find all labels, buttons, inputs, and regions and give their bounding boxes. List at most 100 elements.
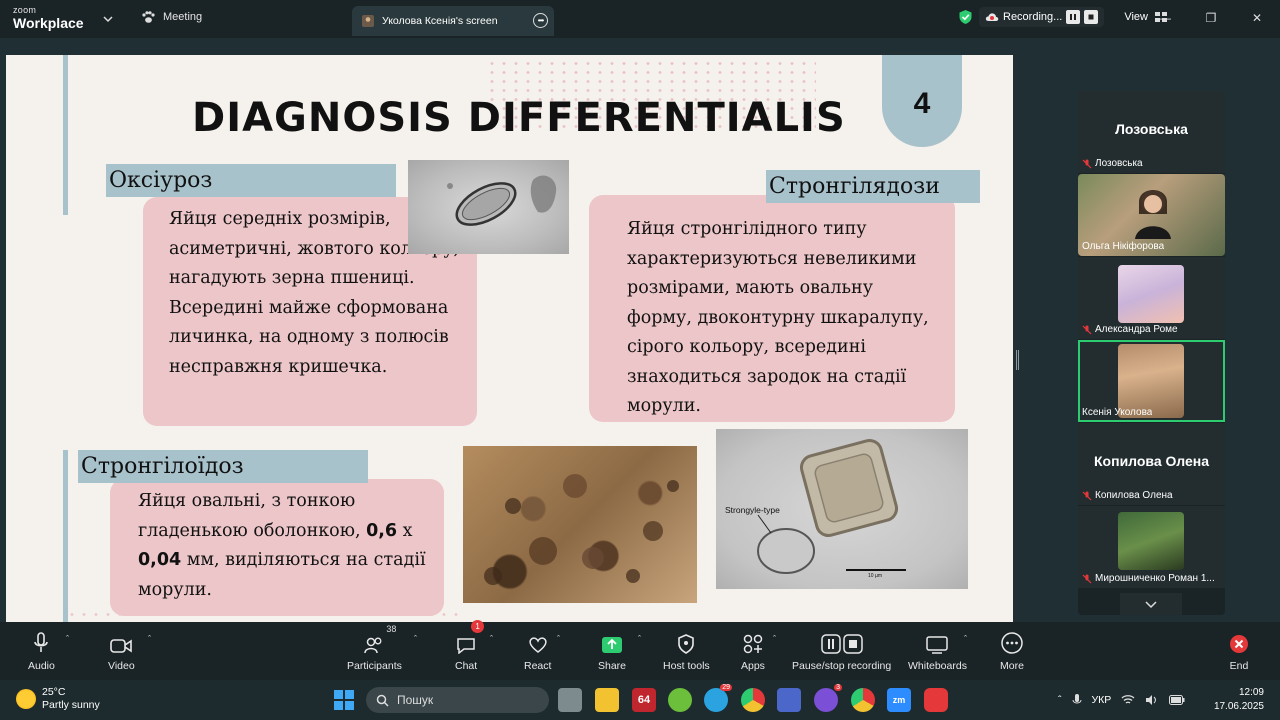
brand-workplace: Workplace (13, 15, 84, 31)
shared-screen-tab[interactable]: Уколова Ксенія's screen ••• (352, 6, 554, 36)
video-options-caret[interactable]: ˆ (148, 634, 151, 644)
participant-name-large: Лозовська (1115, 121, 1188, 137)
participant-name: Александра Роме (1095, 324, 1178, 335)
zoom-app-icon[interactable]: zm (887, 688, 911, 712)
participant-name-large: Копилова Олена (1094, 453, 1209, 469)
share-button[interactable]: Share (598, 626, 626, 672)
search-placeholder: Пошук (397, 693, 434, 707)
task-view-icon[interactable] (558, 688, 582, 712)
close-icon[interactable]: ✕ (1234, 0, 1280, 36)
stop-icon (1088, 14, 1094, 20)
host-tools-label: Host tools (663, 660, 710, 672)
panel-splitter[interactable] (1016, 350, 1019, 370)
volume-icon[interactable] (1145, 694, 1159, 706)
whiteboard-icon (926, 636, 949, 654)
system-tray: ˆ УКР (1058, 680, 1185, 720)
gallery-scroll-down-button[interactable] (1120, 593, 1182, 615)
chrome-icon[interactable] (741, 688, 765, 712)
video-button[interactable]: Video (108, 626, 135, 672)
save-app-icon[interactable] (777, 688, 801, 712)
pause-stop-recording-button[interactable]: Pause/stop recording (792, 626, 891, 672)
window-controls: — ❐ ✕ (1142, 0, 1280, 36)
apps-icon (743, 634, 763, 654)
section2-text: Яйця стронгілідного типу характеризуютьс… (627, 219, 929, 416)
taskbar-search[interactable]: Пошук (366, 687, 549, 713)
minimize-icon[interactable]: — (1142, 0, 1188, 36)
apps-label: Apps (741, 660, 765, 672)
participant-label: Лозовська (1082, 158, 1143, 169)
meeting-tab[interactable]: Meeting (141, 10, 202, 24)
participant-name: Ксенія Уколова (1082, 407, 1153, 418)
viber-icon[interactable]: 3 (814, 684, 842, 712)
participant-label: Мирошниченко Роман 1... (1082, 573, 1215, 584)
meeting-toolbar: Audio ˆ Video ˆ 38 Participants ˆ 1 Chat… (0, 620, 1280, 680)
participant-tile-active[interactable]: Ксенія Уколова (1078, 340, 1225, 422)
clock[interactable]: 12:09 17.06.2025 (1214, 686, 1264, 714)
weather-desc: Partly sunny (42, 699, 100, 711)
search-icon (376, 694, 389, 707)
pinworm-egg-image (408, 160, 569, 254)
section1-header: Оксіуроз (106, 164, 396, 197)
chevron-up-icon[interactable]: ˆ (1058, 694, 1062, 706)
section2-text-box: Яйця стронгілідного типу характеризуютьс… (589, 195, 955, 422)
participant-tile[interactable]: Мирошниченко Роман 1... (1078, 506, 1225, 588)
recorder-app-icon[interactable] (924, 688, 948, 712)
participant-label: Копилова Олена (1082, 490, 1173, 501)
pause-recording-button[interactable] (1066, 10, 1081, 24)
participant-tile[interactable]: Лозовська Лозовська (1078, 91, 1225, 173)
participant-label: Ольга Нікіфорова (1082, 241, 1164, 252)
participants-icon (364, 637, 382, 654)
mic-muted-icon (1082, 491, 1092, 500)
recording-area: Recording... View (958, 7, 1168, 27)
wifi-icon[interactable] (1121, 694, 1135, 706)
react-options-caret[interactable]: ˆ (557, 634, 560, 644)
participant-tile[interactable]: Копилова Олена Копилова Олена (1078, 423, 1225, 505)
weather-widget[interactable]: 25°C Partly sunny (16, 686, 100, 712)
shared-slide: DIAGNOSIS DIFFERENTIALIS 4 Яйця середніх… (6, 55, 1013, 622)
whiteboards-button[interactable]: Whiteboards (908, 626, 967, 672)
maximize-icon[interactable]: ❐ (1188, 0, 1234, 36)
more-label: More (1000, 660, 1024, 672)
mic-muted-icon (1082, 159, 1092, 168)
share-options-caret[interactable]: ˆ (638, 634, 641, 644)
slide-decor-line (63, 55, 68, 215)
chat-button[interactable]: 1 Chat (455, 620, 485, 672)
audio-options-caret[interactable]: ˆ (66, 634, 69, 644)
telegram-icon[interactable]: 29 (704, 684, 732, 712)
chat-options-caret[interactable]: ˆ (490, 634, 493, 644)
strongyloides-larvae-image (463, 446, 697, 603)
participants-button[interactable]: 38 Participants (347, 624, 402, 672)
windows-start-icon[interactable] (334, 690, 354, 710)
language-indicator[interactable]: УКР (1092, 694, 1112, 706)
stop-recording-button[interactable] (1084, 10, 1099, 24)
participants-options-caret[interactable]: ˆ (414, 634, 417, 644)
chrome-profile-icon[interactable] (851, 688, 875, 712)
host-tools-button[interactable]: Host tools (663, 626, 710, 672)
chevron-down-icon[interactable] (101, 12, 115, 26)
more-options-icon[interactable]: ••• (533, 13, 548, 28)
video-label: Video (108, 660, 135, 672)
app-64-icon[interactable]: 64 (632, 688, 656, 712)
file-explorer-icon[interactable] (595, 688, 619, 712)
whiteboards-options-caret[interactable]: ˆ (964, 634, 967, 644)
windows-taskbar: 25°C Partly sunny Пошук 64 29 3 zm ˆ УКР… (0, 680, 1280, 720)
pause-stop-icon (820, 634, 863, 654)
section3-text-b: х (397, 520, 413, 541)
battery-icon[interactable] (1169, 695, 1185, 705)
clock-time: 12:09 (1238, 687, 1264, 698)
torrent-icon[interactable] (668, 688, 692, 712)
meeting-label: Meeting (163, 11, 203, 23)
end-meeting-button[interactable]: End (1229, 626, 1249, 672)
audio-button[interactable]: Audio (28, 626, 55, 672)
apps-options-caret[interactable]: ˆ (773, 634, 776, 644)
participant-tile[interactable]: Ольга Нікіфорова (1078, 174, 1225, 256)
shield-check-icon (959, 10, 972, 24)
chevron-down-icon (1145, 601, 1157, 609)
participant-name: Лозовська (1095, 158, 1143, 169)
apps-button[interactable]: Apps (741, 626, 765, 672)
participant-tile[interactable]: Александра Роме (1078, 257, 1225, 339)
app-64-label: 64 (637, 694, 651, 706)
microphone-tray-icon[interactable] (1072, 693, 1082, 707)
more-button[interactable]: More (1000, 626, 1024, 672)
react-button[interactable]: React (524, 626, 551, 672)
